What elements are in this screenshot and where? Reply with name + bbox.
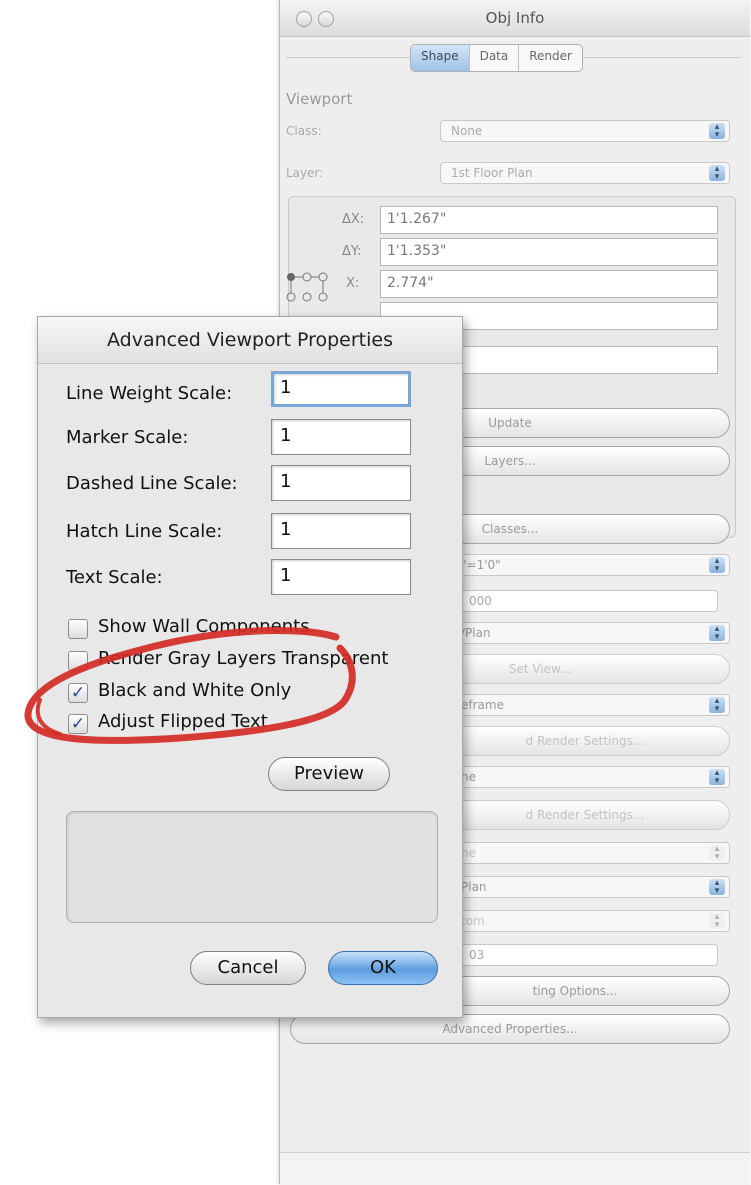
layer-label: Layer: — [286, 166, 324, 180]
x-field[interactable]: 2.774" — [380, 270, 718, 298]
advanced-viewport-properties-dialog: Advanced Viewport Properties Line Weight… — [37, 316, 463, 1018]
hatch-line-scale-label: Hatch Line Scale: — [66, 521, 223, 542]
dashed-line-scale-label: Dashed Line Scale: — [66, 473, 238, 494]
render-mode-value: eframe — [461, 698, 504, 712]
x-label: X: — [346, 276, 360, 291]
tab-render[interactable]: Render — [519, 45, 582, 71]
dashed-line-scale-field[interactable]: 1 — [271, 465, 411, 501]
marker-scale-field[interactable]: 1 — [271, 419, 411, 455]
class-label: Class: — [286, 124, 322, 138]
render-gray-layers-checkbox[interactable] — [68, 651, 88, 671]
line-weight-scale-label: Line Weight Scale: — [66, 383, 233, 404]
class-popup-value: None — [451, 124, 483, 138]
popup-arrows-icon: ▴ ▾ — [709, 913, 725, 930]
layer-popup[interactable]: 1st Floor Plan ▴ ▾ — [440, 162, 730, 184]
popup-arrows-icon: ▴ ▾ — [709, 123, 725, 140]
layer-popup-value: 1st Floor Plan — [451, 166, 533, 180]
popup-arrows-icon: ▴ ▾ — [709, 697, 725, 714]
scale-popup-value: "=1'0" — [461, 558, 501, 572]
custom-scale-value: 000 — [469, 594, 492, 608]
palette-status-bar — [280, 1152, 750, 1185]
delta-y-field[interactable]: 1'1.353" — [380, 238, 718, 266]
text-scale-label: Text Scale: — [66, 567, 163, 588]
render-gray-layers-label: Render Gray Layers Transparent — [98, 648, 389, 669]
line-weight-scale-field[interactable]: 1 — [271, 371, 411, 407]
cancel-button[interactable]: Cancel — [190, 951, 306, 985]
adjust-flipped-text-checkbox[interactable]: ✓ — [68, 714, 88, 734]
dpi-value: 03 — [469, 948, 485, 962]
delta-y-label: ΔY: — [342, 244, 362, 259]
black-and-white-only-checkbox[interactable]: ✓ — [68, 683, 88, 703]
foreground-render-value: he — [461, 770, 476, 784]
dialog-title: Advanced Viewport Properties — [38, 317, 462, 364]
text-scale-field[interactable]: 1 — [271, 559, 411, 595]
hatch-line-scale-field[interactable]: 1 — [271, 513, 411, 549]
popup-arrows-icon: ▴ ▾ — [709, 165, 725, 182]
show-wall-components-checkbox[interactable] — [68, 619, 88, 639]
popup-arrows-icon: ▴ ▾ — [709, 557, 725, 574]
black-and-white-only-label: Black and White Only — [98, 680, 292, 701]
preview-message-area — [66, 811, 438, 923]
tab-shape[interactable]: Shape — [411, 45, 470, 71]
ok-button[interactable]: OK — [328, 951, 438, 985]
reference-point-icon[interactable] — [286, 268, 330, 310]
zoom-value: tom — [461, 914, 485, 928]
marker-scale-label: Marker Scale: — [66, 427, 189, 448]
section-title: Viewport — [286, 90, 353, 108]
checkmark-icon: ✓ — [70, 714, 86, 734]
line-style-value: he — [461, 846, 476, 860]
advanced-properties-button[interactable]: Advanced Properties... — [290, 1014, 730, 1044]
projection-value: Plan — [461, 880, 487, 894]
class-popup[interactable]: None ▴ ▾ — [440, 120, 730, 142]
popup-arrows-icon: ▴ ▾ — [709, 845, 725, 862]
popup-arrows-icon: ▴ ▾ — [709, 879, 725, 896]
view-popup-value: /Plan — [461, 626, 491, 640]
show-wall-components-label: Show Wall Components — [98, 616, 310, 637]
delta-x-field[interactable]: 1'1.267" — [380, 206, 718, 234]
obj-info-tabs: Shape Data Render — [410, 44, 583, 72]
popup-arrows-icon: ▴ ▾ — [709, 769, 725, 786]
adjust-flipped-text-label: Adjust Flipped Text — [98, 711, 268, 732]
popup-arrows-icon: ▴ ▾ — [709, 625, 725, 642]
checkmark-icon: ✓ — [70, 683, 86, 703]
delta-x-label: ΔX: — [342, 212, 365, 227]
obj-info-titlebar[interactable]: Obj Info — [280, 0, 750, 37]
obj-info-title: Obj Info — [485, 9, 545, 27]
tab-data[interactable]: Data — [470, 45, 520, 71]
preview-button[interactable]: Preview — [268, 757, 390, 791]
